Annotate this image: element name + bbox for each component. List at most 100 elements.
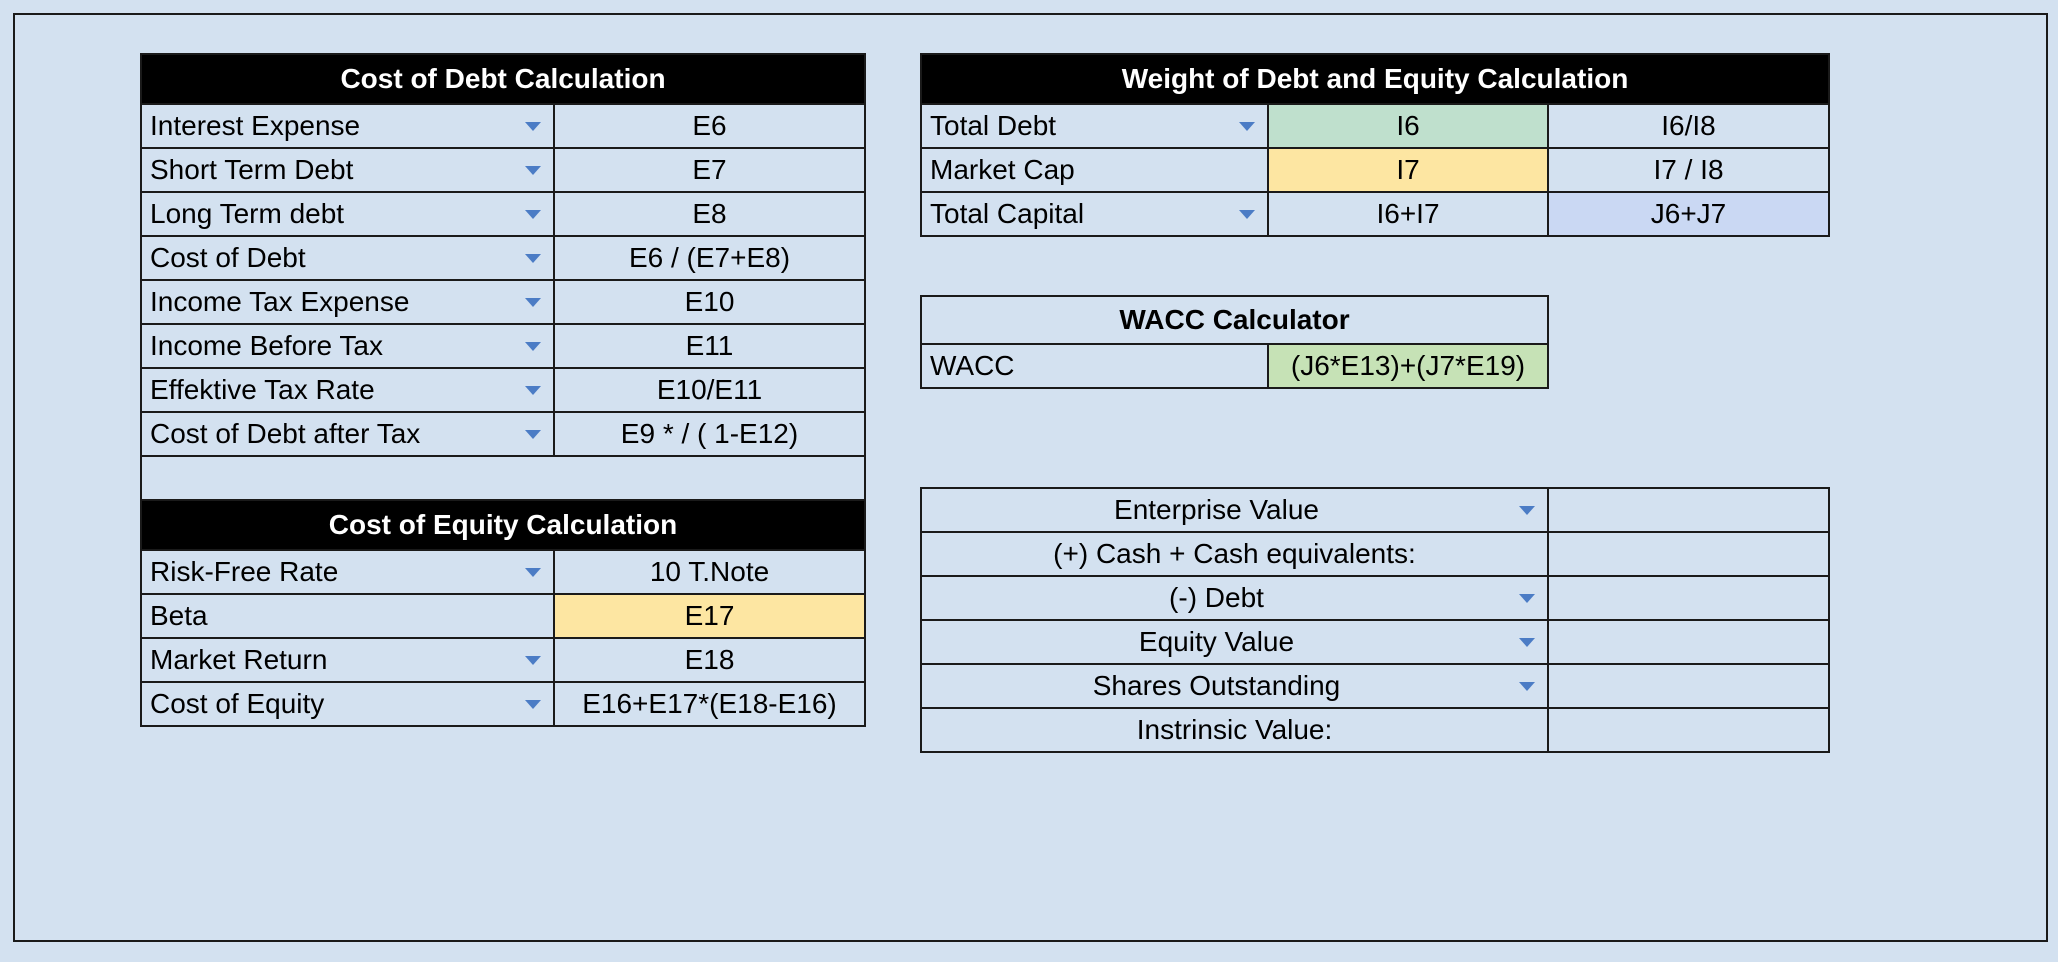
table-row: Risk-Free Rate 10 T.Note xyxy=(140,549,866,595)
valuation-table: Enterprise Value (+) Cash + Cash equival… xyxy=(920,487,1830,753)
cell-interest-expense-label[interactable]: Interest Expense xyxy=(140,103,555,149)
cell-cost-of-equity-label[interactable]: Cost of Equity xyxy=(140,681,555,727)
cell-enterprise-value-label[interactable]: Enterprise Value xyxy=(920,487,1549,533)
dropdown-arrow-icon[interactable] xyxy=(525,430,541,439)
weights-table: Weight of Debt and Equity Calculation To… xyxy=(919,53,1831,237)
cell-effective-tax-rate-value[interactable]: E10/E11 xyxy=(553,367,866,413)
row-label: Market Return xyxy=(150,644,328,675)
cell-market-return-value[interactable]: E18 xyxy=(553,637,866,683)
dropdown-arrow-icon[interactable] xyxy=(525,342,541,351)
cell-long-term-debt-label[interactable]: Long Term debt xyxy=(140,191,555,237)
row-label: Risk-Free Rate xyxy=(150,556,339,587)
row-label: (-) Debt xyxy=(1169,582,1264,613)
table-row: Cost of Debt E6 / (E7+E8) xyxy=(140,235,866,281)
table-row: Instrinsic Value: xyxy=(920,707,1830,753)
dropdown-arrow-icon[interactable] xyxy=(525,656,541,665)
dropdown-arrow-icon[interactable] xyxy=(1519,682,1535,691)
cell-enterprise-value-value[interactable] xyxy=(1547,487,1830,533)
cell-risk-free-rate-label[interactable]: Risk-Free Rate xyxy=(140,549,555,595)
cell-income-before-tax-label[interactable]: Income Before Tax xyxy=(140,323,555,369)
row-label: Long Term debt xyxy=(150,198,345,229)
cell-total-capital-value[interactable]: I6+I7 xyxy=(1267,191,1549,237)
table-row: Total Debt I6 I6/I8 xyxy=(920,103,1831,149)
table-row: Long Term debt E8 xyxy=(140,191,866,237)
dropdown-arrow-icon[interactable] xyxy=(1519,638,1535,647)
cell-cash-value[interactable] xyxy=(1547,531,1830,577)
cell-debt-value[interactable] xyxy=(1547,575,1830,621)
table-row: WACC (J6*E13)+(J7*E19) xyxy=(920,343,1549,389)
row-label: Interest Expense xyxy=(150,110,361,141)
cell-short-term-debt-value[interactable]: E7 xyxy=(553,147,866,193)
cell-long-term-debt-value[interactable]: E8 xyxy=(553,191,866,237)
cell-cost-of-debt-value[interactable]: E6 / (E7+E8) xyxy=(553,235,866,281)
cell-equity-value-value[interactable] xyxy=(1547,619,1830,665)
cell-cash-label[interactable]: (+) Cash + Cash equivalents: xyxy=(920,531,1549,577)
wacc-table: WACC Calculator WACC (J6*E13)+(J7*E19) xyxy=(920,295,1549,389)
cell-debt-label[interactable]: (-) Debt xyxy=(920,575,1549,621)
cell-cost-of-debt-after-tax-label[interactable]: Cost of Debt after Tax xyxy=(140,411,555,457)
cell-risk-free-rate-value[interactable]: 10 T.Note xyxy=(553,549,866,595)
cell-beta-label[interactable]: Beta xyxy=(140,593,555,639)
cell-total-debt-weight[interactable]: I6/I8 xyxy=(1546,103,1831,149)
row-label: (+) Cash + Cash equivalents: xyxy=(1053,538,1416,569)
dropdown-arrow-icon[interactable] xyxy=(525,700,541,709)
row-label: Cost of Debt xyxy=(150,242,306,273)
dropdown-arrow-icon[interactable] xyxy=(525,254,541,263)
cell-income-tax-expense-value[interactable]: E10 xyxy=(553,279,866,325)
dropdown-arrow-icon[interactable] xyxy=(525,166,541,175)
cell-income-before-tax-value[interactable]: E11 xyxy=(553,323,866,369)
dropdown-arrow-icon[interactable] xyxy=(1239,210,1255,219)
cell-income-tax-expense-label[interactable]: Income Tax Expense xyxy=(140,279,555,325)
cell-market-cap-label[interactable]: Market Cap xyxy=(920,147,1269,193)
row-label: Income Tax Expense xyxy=(150,286,410,317)
cost-of-equity-title: Cost of Equity Calculation xyxy=(140,499,866,551)
dropdown-arrow-icon[interactable] xyxy=(525,568,541,577)
dropdown-arrow-icon[interactable] xyxy=(525,210,541,219)
row-label: Income Before Tax xyxy=(150,330,383,361)
cell-shares-outstanding-label[interactable]: Shares Outstanding xyxy=(920,663,1549,709)
cell-total-capital-weight[interactable]: J6+J7 xyxy=(1546,191,1831,237)
cell-wacc-label[interactable]: WACC xyxy=(920,343,1269,389)
dropdown-arrow-icon[interactable] xyxy=(525,298,541,307)
cell-cost-of-equity-value[interactable]: E16+E17*(E18-E16) xyxy=(553,681,866,727)
cell-intrinsic-value-label[interactable]: Instrinsic Value: xyxy=(920,707,1549,753)
cost-of-debt-table: Cost of Debt Calculation Interest Expens… xyxy=(140,53,866,727)
table-row: Short Term Debt E7 xyxy=(140,147,866,193)
cell-cost-of-debt-label[interactable]: Cost of Debt xyxy=(140,235,555,281)
dropdown-arrow-icon[interactable] xyxy=(525,386,541,395)
cell-wacc-value[interactable]: (J6*E13)+(J7*E19) xyxy=(1267,343,1549,389)
row-label: Beta xyxy=(150,600,208,631)
row-label: Total Capital xyxy=(930,198,1085,229)
cell-beta-value[interactable]: E17 xyxy=(553,593,866,639)
table-row: Income Before Tax E11 xyxy=(140,323,866,369)
cell-effective-tax-rate-label[interactable]: Effektive Tax Rate xyxy=(140,367,555,413)
table-row: Market Return E18 xyxy=(140,637,866,683)
row-label: Short Term Debt xyxy=(150,154,354,185)
cell-intrinsic-value-value[interactable] xyxy=(1547,707,1830,753)
cell-total-debt-value[interactable]: I6 xyxy=(1267,103,1549,149)
table-row: Income Tax Expense E10 xyxy=(140,279,866,325)
cell-market-cap-value[interactable]: I7 xyxy=(1267,147,1549,193)
cell-interest-expense-value[interactable]: E6 xyxy=(553,103,866,149)
row-label: Shares Outstanding xyxy=(1092,670,1341,701)
cell-total-capital-label[interactable]: Total Capital xyxy=(920,191,1269,237)
cell-shares-outstanding-value[interactable] xyxy=(1547,663,1830,709)
dropdown-arrow-icon[interactable] xyxy=(1519,506,1535,515)
table-row: Shares Outstanding xyxy=(920,663,1830,709)
table-row: Enterprise Value xyxy=(920,487,1830,533)
cell-short-term-debt-label[interactable]: Short Term Debt xyxy=(140,147,555,193)
row-label: Equity Value xyxy=(1138,626,1295,657)
dropdown-arrow-icon[interactable] xyxy=(1519,594,1535,603)
cell-cost-of-debt-after-tax-value[interactable]: E9 * / ( 1-E12) xyxy=(553,411,866,457)
table-row: Effektive Tax Rate E10/E11 xyxy=(140,367,866,413)
row-label: Cost of Equity xyxy=(150,688,325,719)
row-label: Enterprise Value xyxy=(1114,494,1319,525)
cell-market-cap-weight[interactable]: I7 / I8 xyxy=(1546,147,1831,193)
cell-market-return-label[interactable]: Market Return xyxy=(140,637,555,683)
dropdown-arrow-icon[interactable] xyxy=(525,122,541,131)
empty-cell[interactable] xyxy=(140,455,866,501)
cell-equity-value-label[interactable]: Equity Value xyxy=(920,619,1549,665)
table-row: (-) Debt xyxy=(920,575,1830,621)
dropdown-arrow-icon[interactable] xyxy=(1239,122,1255,131)
cell-total-debt-label[interactable]: Total Debt xyxy=(920,103,1269,149)
